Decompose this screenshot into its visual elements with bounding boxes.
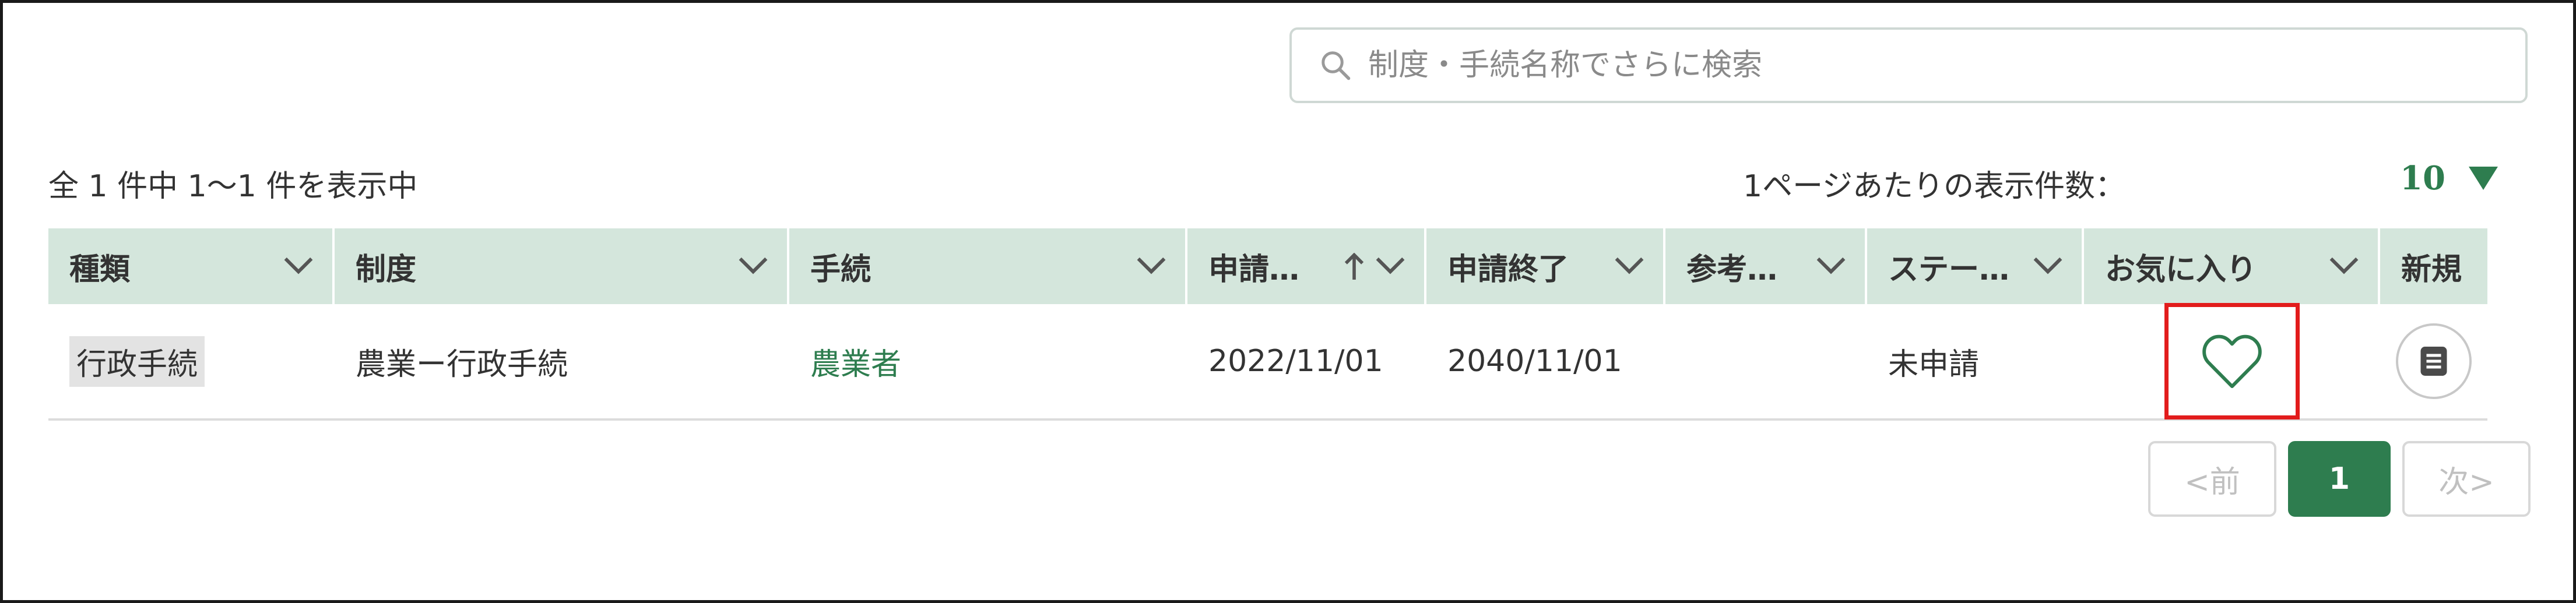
chevron-down-icon — [2033, 257, 2062, 274]
chevron-down-icon — [1615, 257, 1644, 274]
chevron-down-icon — [1816, 257, 1846, 274]
column-header-procedure[interactable]: 手続 — [789, 228, 1187, 304]
column-header-favorite[interactable]: お気に入り — [2084, 228, 2380, 304]
cell-reference — [1665, 303, 1867, 419]
per-page-label: 1ページあたりの表示件数： — [1743, 169, 2126, 204]
table-row: 行政手続 農業ー行政手続 農業者 2022/11/01 2040/11/01 未… — [48, 303, 2487, 421]
per-page-value: 10 — [2400, 159, 2445, 198]
column-header-status[interactable]: ステー… — [1867, 228, 2084, 304]
cell-type: 行政手続 — [48, 303, 335, 419]
search-icon — [1322, 51, 1351, 80]
document-icon — [2420, 347, 2447, 376]
procedure-table: 種類 制度 手続 申請… 申請終了 参考… ステー… お気に入り 新規 行政手続… — [48, 228, 2487, 421]
cell-apply-start: 2022/11/01 — [1208, 344, 1383, 379]
cell-new — [2380, 303, 2487, 419]
chevron-down-icon — [739, 257, 768, 274]
per-page-select[interactable]: 10 — [2400, 159, 2498, 198]
result-count: 全 1 件中 1〜1 件を表示中 — [48, 169, 418, 204]
pagination: <前 1 次> — [2148, 441, 2531, 517]
cell-system: 農業ー行政手続 — [356, 347, 568, 382]
chevron-down-icon — [1376, 257, 1405, 274]
heart-icon[interactable] — [2200, 332, 2264, 390]
column-header-apply-start[interactable]: 申請… — [1187, 228, 1426, 304]
chevron-down-icon — [2329, 257, 2359, 274]
cell-favorite — [2084, 303, 2380, 419]
next-page-button[interactable]: 次> — [2402, 441, 2531, 517]
favorite-highlight — [2164, 303, 2300, 419]
app-frame: 全 1 件中 1〜1 件を表示中 1ページあたりの表示件数： 10 種類 制度 … — [0, 0, 2576, 603]
column-header-type[interactable]: 種類 — [48, 228, 335, 304]
procedure-link[interactable]: 農業者 — [810, 340, 901, 383]
cell-procedure: 農業者 — [789, 303, 1187, 419]
sort-ascending-icon — [1344, 253, 1364, 280]
column-header-system[interactable]: 制度 — [335, 228, 789, 304]
page-button-current[interactable]: 1 — [2288, 441, 2391, 517]
table-header: 種類 制度 手続 申請… 申請終了 参考… ステー… お気に入り 新規 — [48, 228, 2487, 304]
prev-page-button[interactable]: <前 — [2148, 441, 2276, 517]
new-application-button[interactable] — [2396, 323, 2472, 399]
chevron-down-icon — [1137, 257, 1166, 274]
caret-down-icon — [2468, 167, 2498, 190]
column-header-apply-end[interactable]: 申請終了 — [1426, 228, 1665, 304]
search-box[interactable] — [1289, 27, 2528, 103]
sort-controls — [1344, 253, 1405, 280]
cell-status: 未申請 — [1888, 347, 1980, 382]
column-header-reference[interactable]: 参考… — [1665, 228, 1867, 304]
search-input[interactable] — [1368, 36, 2476, 94]
type-tag: 行政手続 — [69, 336, 205, 387]
chevron-down-icon — [284, 257, 313, 274]
column-header-new: 新規 — [2401, 252, 2462, 287]
cell-apply-end: 2040/11/01 — [1447, 344, 1622, 379]
